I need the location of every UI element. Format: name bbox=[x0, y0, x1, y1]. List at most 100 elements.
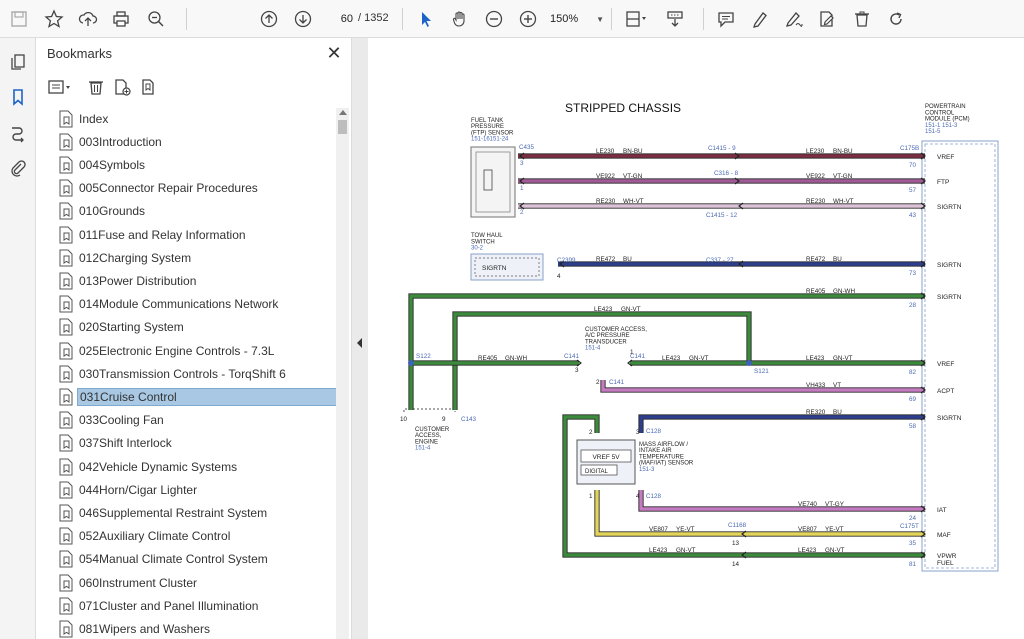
wire-color-code: GN-VT bbox=[676, 547, 696, 554]
bookmark-label: 071Cluster and Panel Illumination bbox=[79, 598, 259, 613]
ftp-sensor-label: 151-16151-24 bbox=[471, 137, 509, 143]
bookmark-label: 081Wipers and Washers bbox=[79, 621, 210, 636]
bookmark-item[interactable]: Index bbox=[52, 108, 338, 129]
bookmark-item[interactable]: 031Cruise Control bbox=[52, 386, 338, 407]
bookmark-item[interactable]: 010Grounds bbox=[52, 201, 338, 222]
cursor-icon[interactable] bbox=[414, 7, 438, 31]
bookmark-label: 013Power Distribution bbox=[79, 273, 197, 288]
pages-thumbnail-icon[interactable] bbox=[6, 50, 30, 74]
collapse-panel-icon[interactable] bbox=[357, 338, 362, 348]
minus-circle-icon[interactable] bbox=[482, 7, 506, 31]
bookmark-item[interactable]: 011Fuse and Relay Information bbox=[52, 224, 338, 245]
arrow-up-circle-icon[interactable] bbox=[257, 7, 281, 31]
bookmark-item[interactable]: 037Shift Interlock bbox=[52, 433, 338, 454]
scroll-up-arrow[interactable] bbox=[338, 110, 347, 115]
pcm-pin-number: 81 bbox=[909, 561, 917, 568]
maf-sensor-label: INTAKE AIR bbox=[639, 448, 672, 454]
bookmark-scrollbar[interactable] bbox=[336, 108, 349, 639]
wire-id: LE423 bbox=[594, 306, 613, 313]
bookmark-page-icon bbox=[59, 365, 73, 383]
bookmark-item[interactable]: 013Power Distribution bbox=[52, 270, 338, 291]
customer-engine-label: CUSTOMER bbox=[415, 427, 450, 433]
bookmark-item[interactable]: 044Horn/Cigar Lighter bbox=[52, 479, 338, 500]
scroll-thumb[interactable] bbox=[338, 120, 347, 134]
pin-number: 1 bbox=[589, 493, 593, 500]
zoom-out-search-icon[interactable] bbox=[144, 7, 168, 31]
bookmark-page-icon bbox=[59, 434, 73, 452]
connector-label: C316 - 8 bbox=[714, 170, 739, 177]
bookmark-item[interactable]: 042Vehicle Dynamic Systems bbox=[52, 456, 338, 477]
chevron-down-icon: ▼ bbox=[596, 14, 604, 24]
arrow-down-circle-icon[interactable] bbox=[291, 7, 315, 31]
delete-bookmark-icon[interactable] bbox=[85, 76, 107, 98]
maf-sensor-label: 151-3 bbox=[639, 467, 655, 473]
bookmark-search-icon[interactable] bbox=[138, 76, 160, 98]
pcm-pin-label: FUEL bbox=[937, 560, 954, 567]
wire-ve740-outline bbox=[638, 490, 925, 512]
pin-number: 13 bbox=[732, 540, 740, 547]
pcm-pin-number: 24 bbox=[909, 515, 917, 522]
bookmark-item[interactable]: 052Auxiliary Climate Control bbox=[52, 526, 338, 547]
pin-number: 3 bbox=[520, 160, 524, 167]
bookmark-item[interactable]: 060Instrument Cluster bbox=[52, 572, 338, 593]
save-icon[interactable] bbox=[7, 7, 31, 31]
page-number-input[interactable] bbox=[327, 9, 355, 29]
bookmark-page-icon bbox=[59, 226, 73, 243]
wire-vh433 bbox=[601, 380, 925, 392]
scroll-mode-icon[interactable] bbox=[663, 7, 687, 31]
bookmark-page-icon bbox=[59, 504, 73, 522]
connector-label: C143 bbox=[461, 416, 477, 423]
bookmark-label: 031Cruise Control bbox=[77, 387, 338, 406]
rotate-icon[interactable] bbox=[884, 7, 908, 31]
bookmark-item[interactable]: 005Connector Repair Procedures bbox=[52, 178, 338, 199]
bookmark-item[interactable]: 071Cluster and Panel Illumination bbox=[52, 595, 338, 616]
bookmark-item[interactable]: 081Wipers and Washers bbox=[52, 618, 338, 639]
hand-icon[interactable] bbox=[448, 7, 472, 31]
bookmark-options-icon[interactable] bbox=[46, 76, 74, 98]
wire-re320-outline bbox=[638, 414, 925, 433]
bookmark-item[interactable]: 030Transmission Controls - TorqShift 6 bbox=[52, 363, 338, 384]
pin-number: 4 bbox=[636, 493, 640, 500]
bookmark-item[interactable]: 014Module Communications Network bbox=[52, 294, 338, 315]
pcm-pin-label: ACPT bbox=[937, 388, 954, 395]
edit-doc-icon[interactable] bbox=[815, 7, 839, 31]
trash-icon[interactable] bbox=[850, 7, 874, 31]
bookmark-item[interactable]: 012Charging System bbox=[52, 247, 338, 268]
sign-pen-icon[interactable] bbox=[782, 7, 806, 31]
print-icon[interactable] bbox=[109, 7, 133, 31]
paperclip-icon[interactable] bbox=[6, 156, 30, 180]
wire-id: LE423 bbox=[806, 355, 825, 362]
connector-label: C128 bbox=[646, 493, 662, 500]
connector-label: C1168 bbox=[728, 522, 747, 529]
comment-icon[interactable] bbox=[714, 7, 738, 31]
wire-id: LE423 bbox=[798, 547, 817, 554]
customer-engine-label: 151-4 bbox=[415, 446, 431, 452]
bookmark-item[interactable]: 025Electronic Engine Controls - 7.3L bbox=[52, 340, 338, 361]
ftp-sensor-label: FUEL TANK bbox=[471, 118, 503, 124]
page-fit-icon[interactable] bbox=[621, 7, 651, 31]
pin-number: 10 bbox=[400, 416, 408, 423]
close-icon[interactable]: ✕ bbox=[324, 43, 344, 63]
bookmark-list: Index 003Introduction 004Symbols 005Connect… bbox=[52, 108, 338, 639]
wire-color-code: WH-VT bbox=[623, 198, 644, 205]
highlight-pen-icon[interactable] bbox=[748, 7, 772, 31]
bookmark-item[interactable]: 033Cooling Fan bbox=[52, 410, 338, 431]
connector-label: C141 bbox=[609, 379, 625, 386]
bookmark-item[interactable]: 003Introduction bbox=[52, 131, 338, 152]
bookmark-icon[interactable] bbox=[6, 85, 30, 109]
attachments-link-icon[interactable] bbox=[6, 121, 30, 145]
wire-color-code: GN-VT bbox=[689, 355, 709, 362]
upload-icon[interactable] bbox=[76, 7, 100, 31]
panel-splitter[interactable] bbox=[352, 38, 368, 639]
bookmark-item[interactable]: 020Starting System bbox=[52, 317, 338, 338]
bookmark-item[interactable]: 054Manual Climate Control System bbox=[52, 549, 338, 570]
new-bookmark-icon[interactable] bbox=[111, 76, 133, 98]
bookmark-item[interactable]: 004Symbols bbox=[52, 154, 338, 175]
bookmark-page-icon bbox=[59, 110, 73, 127]
wire-id: RE230 bbox=[806, 198, 826, 205]
star-icon[interactable] bbox=[42, 7, 66, 31]
pin-number: 1 bbox=[630, 349, 634, 356]
zoom-select[interactable]: 150% ▼ bbox=[550, 9, 604, 29]
plus-circle-icon[interactable] bbox=[516, 7, 540, 31]
bookmark-item[interactable]: 046Supplemental Restraint System bbox=[52, 502, 338, 523]
